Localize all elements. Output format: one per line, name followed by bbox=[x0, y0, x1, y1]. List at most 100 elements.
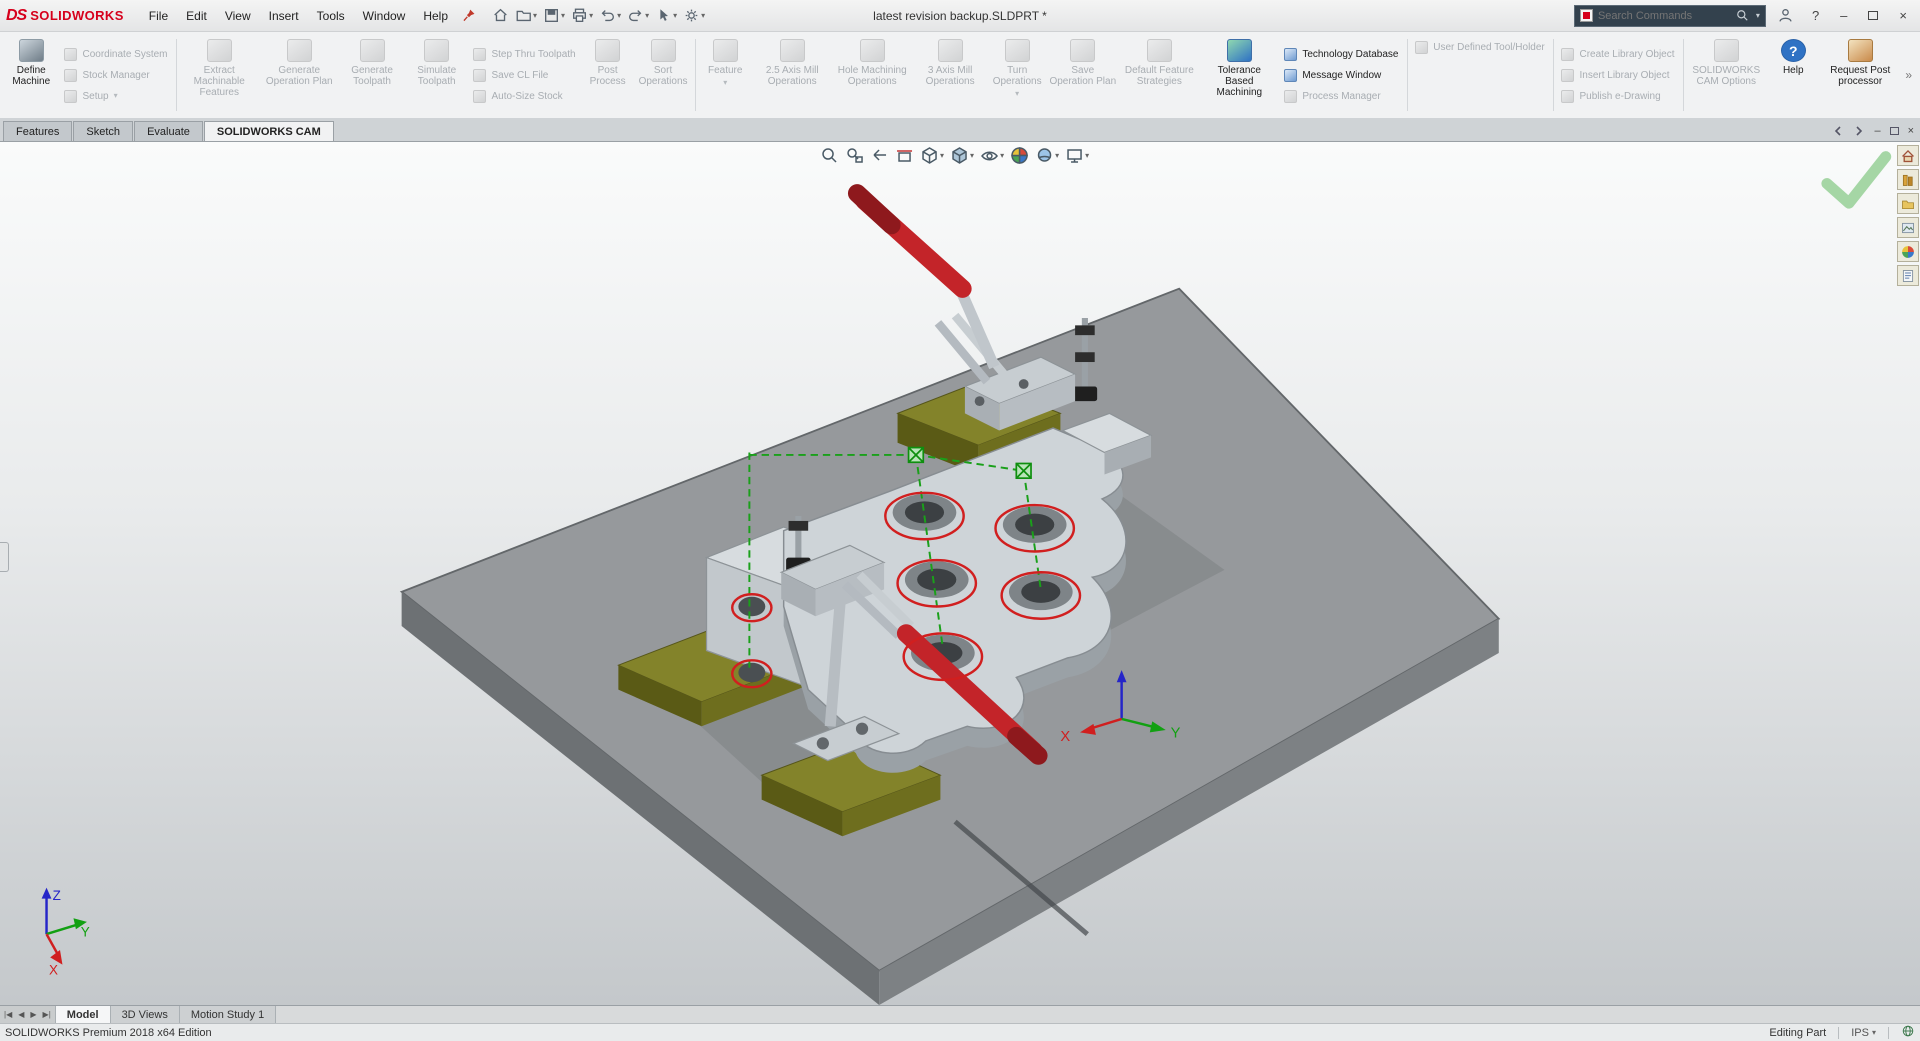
search-dropdown-icon[interactable]: ▾ bbox=[1756, 11, 1760, 20]
home-button[interactable] bbox=[489, 5, 512, 26]
close-button[interactable]: × bbox=[1892, 8, 1914, 23]
unit-system-dropdown-icon[interactable]: ▾ bbox=[1872, 1028, 1876, 1037]
menu-help[interactable]: Help bbox=[414, 6, 457, 26]
display-style-button[interactable]: ▾ bbox=[949, 144, 975, 167]
display-style-dropdown-icon[interactable]: ▾ bbox=[970, 151, 974, 160]
print-button[interactable]: ▾ bbox=[568, 5, 596, 26]
mill-3axis-operations-button[interactable]: 3 Axis Mill Operations bbox=[912, 34, 988, 116]
step-thru-toolpath-button[interactable]: Step Thru Toolpath bbox=[468, 45, 580, 64]
process-manager-button[interactable]: Process Manager bbox=[1279, 87, 1403, 106]
publish-edrawing-button[interactable]: Publish e-Drawing bbox=[1556, 87, 1679, 106]
zoom-to-area-button[interactable] bbox=[844, 144, 865, 167]
tab-model[interactable]: Model bbox=[56, 1006, 111, 1023]
hide-show-dropdown-icon[interactable]: ▾ bbox=[1000, 151, 1004, 160]
custom-properties-icon[interactable] bbox=[1897, 265, 1919, 286]
unit-system-selector[interactable]: IPS ▾ bbox=[1851, 1027, 1876, 1039]
define-machine-button[interactable]: Define Machine bbox=[3, 34, 59, 116]
extract-machinable-features-button[interactable]: Extract Machinable Features bbox=[179, 34, 259, 116]
setup-dropdown-icon[interactable]: ▾ bbox=[114, 92, 118, 100]
tolerance-based-machining-button[interactable]: Tolerance Based Machining bbox=[1199, 34, 1279, 116]
open-button[interactable]: ▾ bbox=[512, 5, 540, 26]
menu-insert[interactable]: Insert bbox=[260, 6, 308, 26]
confirmation-checkmark[interactable] bbox=[1827, 157, 1886, 203]
menu-view[interactable]: View bbox=[216, 6, 260, 26]
print-dropdown-icon[interactable]: ▾ bbox=[589, 11, 593, 20]
view-settings-dropdown-icon[interactable]: ▾ bbox=[1085, 151, 1089, 160]
undo-dropdown-icon[interactable]: ▾ bbox=[617, 11, 621, 20]
view-orientation-button[interactable]: ▾ bbox=[919, 144, 945, 167]
apply-scene-button[interactable]: ▾ bbox=[1034, 144, 1060, 167]
last-tab-button[interactable]: ▶| bbox=[42, 1010, 52, 1019]
solidworks-cam-options-button[interactable]: SOLIDWORKS CAM Options bbox=[1686, 34, 1766, 116]
apply-scene-dropdown-icon[interactable]: ▾ bbox=[1055, 151, 1059, 160]
solidworks-resources-icon[interactable] bbox=[1897, 145, 1919, 166]
chevron-right-icon[interactable] bbox=[1853, 125, 1865, 137]
redo-dropdown-icon[interactable]: ▾ bbox=[645, 11, 649, 20]
tab-evaluate[interactable]: Evaluate bbox=[134, 121, 203, 141]
select-button[interactable]: ▾ bbox=[652, 5, 680, 26]
menu-edit[interactable]: Edit bbox=[177, 6, 216, 26]
menu-tools[interactable]: Tools bbox=[308, 6, 354, 26]
view-orientation-dropdown-icon[interactable]: ▾ bbox=[940, 151, 944, 160]
search-icon[interactable] bbox=[1735, 8, 1750, 23]
doc-close-button[interactable]: × bbox=[1908, 125, 1914, 137]
generate-operation-plan-button[interactable]: Generate Operation Plan bbox=[259, 34, 339, 116]
doc-minimize-button[interactable]: – bbox=[1874, 125, 1880, 137]
coordinate-system-button[interactable]: Coordinate System bbox=[59, 45, 172, 64]
save-dropdown-icon[interactable]: ▾ bbox=[561, 11, 565, 20]
help-icon[interactable]: ? bbox=[1805, 8, 1826, 23]
save-cl-file-button[interactable]: Save CL File bbox=[468, 66, 580, 85]
options-gear-button[interactable]: ▾ bbox=[680, 5, 708, 26]
ribbon-overflow-icon[interactable]: » bbox=[1900, 68, 1917, 82]
redo-button[interactable]: ▾ bbox=[624, 5, 652, 26]
design-library-icon[interactable] bbox=[1897, 169, 1919, 190]
prev-tab-button[interactable]: ◀ bbox=[17, 1010, 25, 1019]
turn-operations-button[interactable]: Turn Operations ▾ bbox=[988, 34, 1046, 116]
feature-manager-collapse-handle[interactable] bbox=[0, 542, 9, 572]
insert-library-object-button[interactable]: Insert Library Object bbox=[1556, 66, 1679, 85]
stock-manager-button[interactable]: Stock Manager bbox=[59, 66, 172, 85]
file-explorer-icon[interactable] bbox=[1897, 193, 1919, 214]
save-button[interactable]: ▾ bbox=[540, 5, 568, 26]
tab-sketch[interactable]: Sketch bbox=[73, 121, 133, 141]
feature-dropdown-icon[interactable]: ▾ bbox=[723, 79, 727, 87]
globe-icon[interactable] bbox=[1901, 1024, 1915, 1041]
hole-machining-operations-button[interactable]: Hole Machining Operations bbox=[832, 34, 912, 116]
save-operation-plan-button[interactable]: Save Operation Plan bbox=[1046, 34, 1119, 116]
toggle-clamp-rear[interactable] bbox=[857, 193, 1097, 430]
create-library-object-button[interactable]: Create Library Object bbox=[1556, 45, 1679, 64]
maximize-button[interactable] bbox=[1868, 11, 1878, 20]
hide-show-items-button[interactable]: ▾ bbox=[979, 144, 1005, 167]
request-post-processor-button[interactable]: Request Post processor bbox=[1820, 34, 1900, 116]
chevron-left-icon[interactable] bbox=[1832, 125, 1844, 137]
turn-operations-dropdown-icon[interactable]: ▾ bbox=[1015, 90, 1019, 98]
undo-button[interactable]: ▾ bbox=[596, 5, 624, 26]
doc-restore-button[interactable] bbox=[1890, 127, 1899, 135]
auto-size-stock-button[interactable]: Auto-Size Stock bbox=[468, 87, 580, 106]
generate-toolpath-button[interactable]: Generate Toolpath bbox=[339, 34, 405, 116]
sort-operations-button[interactable]: Sort Operations bbox=[635, 34, 692, 116]
post-process-button[interactable]: Post Process bbox=[581, 34, 635, 116]
mill-25axis-operations-button[interactable]: 2.5 Axis Mill Operations bbox=[752, 34, 832, 116]
default-feature-strategies-button[interactable]: Default Feature Strategies bbox=[1119, 34, 1199, 116]
zoom-to-fit-button[interactable] bbox=[819, 144, 840, 167]
3d-scene[interactable]: Y X Z Y X bbox=[0, 142, 1920, 1005]
section-view-button[interactable] bbox=[894, 144, 915, 167]
next-tab-button[interactable]: ▶ bbox=[29, 1010, 37, 1019]
cam-help-button[interactable]: ? Help bbox=[1766, 34, 1820, 116]
tab-3d-views[interactable]: 3D Views bbox=[111, 1006, 180, 1023]
technology-database-button[interactable]: Technology Database bbox=[1279, 45, 1403, 64]
search-commands-box[interactable]: ▾ bbox=[1574, 5, 1766, 27]
tab-solidworks-cam[interactable]: SOLIDWORKS CAM bbox=[204, 121, 334, 141]
simulate-toolpath-button[interactable]: Simulate Toolpath bbox=[405, 34, 469, 116]
menu-file[interactable]: File bbox=[140, 6, 177, 26]
user-defined-tool-holder-button[interactable]: User Defined Tool/Holder bbox=[1410, 38, 1550, 57]
open-dropdown-icon[interactable]: ▾ bbox=[533, 11, 537, 20]
feature-button[interactable]: Feature ▾ bbox=[698, 34, 752, 116]
first-tab-button[interactable]: |◀ bbox=[3, 1010, 13, 1019]
message-window-button[interactable]: Message Window bbox=[1279, 66, 1403, 85]
minimize-button[interactable]: – bbox=[1833, 8, 1854, 23]
user-account-icon[interactable] bbox=[1773, 6, 1798, 25]
select-dropdown-icon[interactable]: ▾ bbox=[673, 11, 677, 20]
appearances-icon[interactable] bbox=[1897, 241, 1919, 262]
